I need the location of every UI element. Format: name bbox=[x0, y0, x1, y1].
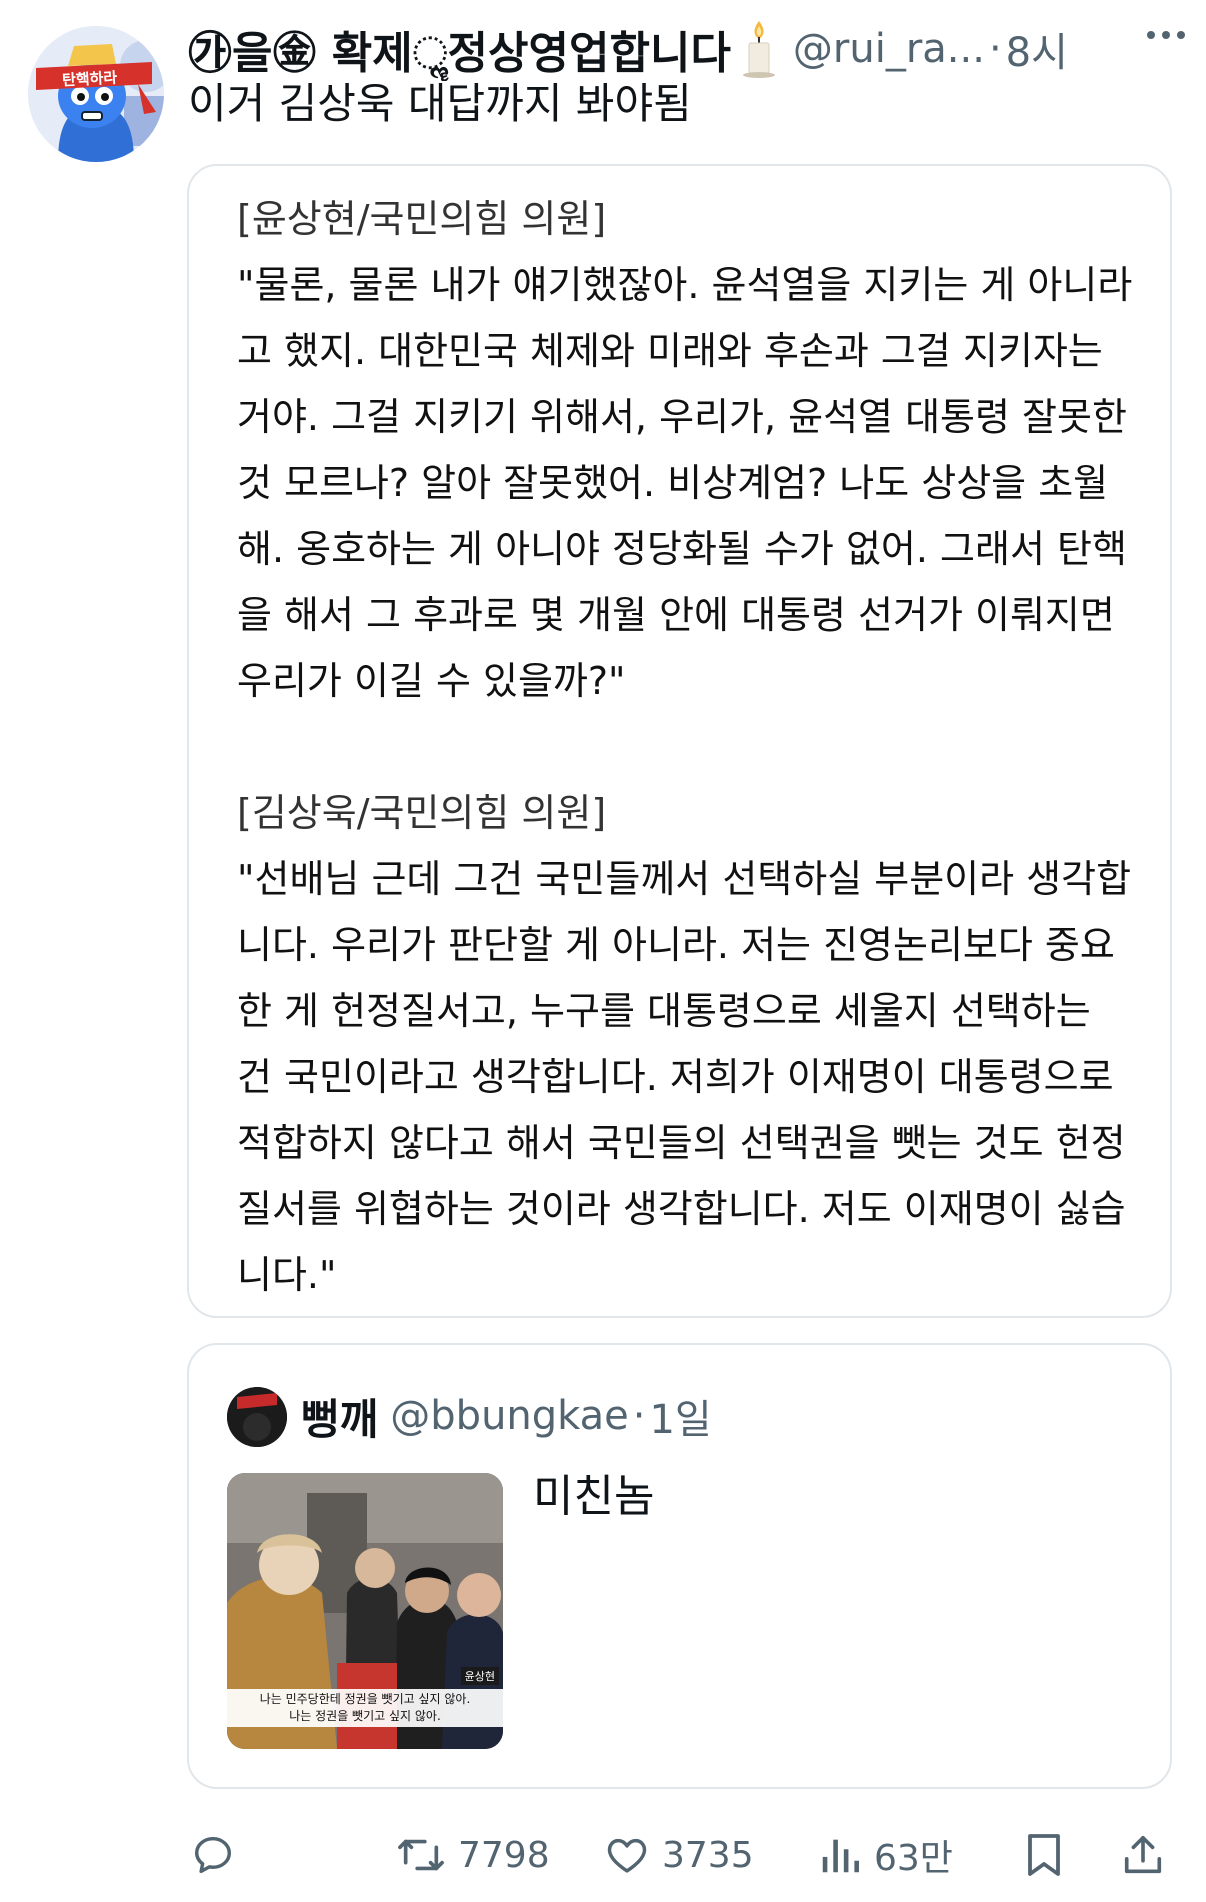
quoted-tweet-header: 뻥깨 @bbungkae · 1일 bbox=[301, 1381, 712, 1451]
speaker-label: [김상욱/국민의힘 의원] bbox=[237, 791, 607, 835]
quoted-avatar-image bbox=[227, 1387, 287, 1447]
avatar-illustration bbox=[28, 26, 164, 162]
quoted-display-name[interactable]: 뻥깨 bbox=[301, 1386, 378, 1447]
bookmark-icon bbox=[1028, 1834, 1060, 1876]
more-options-button[interactable] bbox=[1138, 12, 1194, 58]
tweet-time[interactable]: 8시 bbox=[1006, 20, 1068, 78]
avatar-banner-text: 탄핵하라 bbox=[61, 68, 118, 90]
like-button[interactable]: 3735 bbox=[604, 1820, 754, 1890]
views-count: 63만 bbox=[874, 1838, 953, 1879]
quoted-tweet-text: 미친놈 bbox=[533, 1471, 655, 1522]
quoted-text-card: [윤상현/국민의힘 의원] "물론, 물론 내가 얘기했잖아. 윤석열을 지키는… bbox=[187, 164, 1172, 1318]
like-count: 3735 bbox=[662, 1834, 754, 1876]
time-separator: · bbox=[988, 26, 1002, 72]
tweet-action-bar: 7798 3735 63만 bbox=[0, 1820, 1206, 1890]
quoted-media-thumbnail[interactable]: 윤상현 나는 민주당한테 정권을 뺏기고 싶지 않아. 나는 정권을 뺏기고 싶… bbox=[227, 1473, 503, 1749]
views-button[interactable]: 63만 bbox=[818, 1820, 953, 1890]
tweet-post: 탄핵하라 ㉮을㊎ 확제ૣ정상영업합니다 @rui_ra... · 8시 이거 김… bbox=[0, 0, 1206, 1902]
quoted-author-avatar[interactable] bbox=[227, 1387, 287, 1447]
card-body: [윤상현/국민의힘 의원] "물론, 물론 내가 얘기했잖아. 윤석열을 지키는… bbox=[237, 186, 1137, 1308]
reply-button[interactable] bbox=[190, 1820, 236, 1890]
retweet-count: 7798 bbox=[458, 1834, 550, 1876]
quoted-time-separator: · bbox=[632, 1393, 646, 1439]
quote-tweet-card[interactable]: 뻥깨 @bbungkae · 1일 윤상현 나는 민주당한테 정권을 뺏기고 싶… bbox=[187, 1343, 1172, 1789]
thumbnail-caption-line: 나는 민주당한테 정권을 뺏기고 싶지 않아. bbox=[259, 1692, 471, 1706]
share-icon bbox=[1124, 1835, 1162, 1874]
retweet-button[interactable]: 7798 bbox=[396, 1820, 550, 1890]
bookmark-button[interactable] bbox=[1022, 1820, 1066, 1890]
speaker-label: [윤상현/국민의힘 의원] bbox=[237, 197, 607, 241]
more-dots-icon bbox=[1147, 31, 1185, 39]
thumbnail-name-label: 윤상현 bbox=[460, 1667, 499, 1685]
reply-icon bbox=[194, 1836, 232, 1874]
retweet-icon bbox=[398, 1839, 444, 1871]
thumbnail-caption-line: 나는 정권을 뺏기고 싶지 않아. bbox=[289, 1709, 441, 1723]
author-display-name[interactable]: ㉮을㊎ 확제ૣ정상영업합니다 bbox=[188, 17, 731, 81]
quoted-handle[interactable]: @bbungkae bbox=[390, 1393, 628, 1439]
quoted-time[interactable]: 1일 bbox=[649, 1387, 711, 1445]
candle-emoji-icon bbox=[737, 19, 781, 79]
views-icon bbox=[822, 1839, 859, 1873]
tweet-text: 이거 김상욱 대답까지 봐야됨 bbox=[188, 79, 692, 128]
share-button[interactable] bbox=[1120, 1820, 1166, 1890]
author-avatar[interactable]: 탄핵하라 bbox=[28, 26, 164, 162]
thumbnail-caption: 나는 민주당한테 정권을 뺏기고 싶지 않아. 나는 정권을 뺏기고 싶지 않아… bbox=[227, 1689, 503, 1727]
author-handle[interactable]: @rui_ra... bbox=[793, 26, 985, 72]
heart-icon bbox=[607, 1838, 647, 1873]
speaker-quote: "물론, 물론 내가 얘기했잖아. 윤석열을 지키는 게 아니라 고 했지. 대… bbox=[237, 263, 1133, 703]
speaker-quote: "선배님 근데 그건 국민들께서 선택하실 부분이라 생각합니다. 우리가 판단… bbox=[237, 857, 1132, 1297]
